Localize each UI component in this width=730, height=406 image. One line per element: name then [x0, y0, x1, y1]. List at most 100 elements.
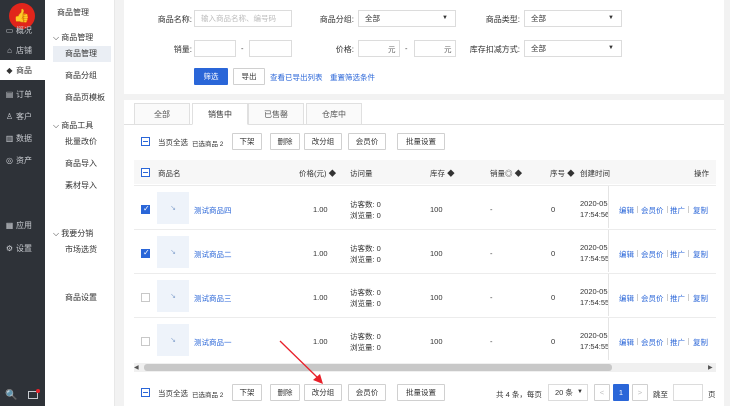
- page-1-button[interactable]: 1: [613, 384, 629, 401]
- bottom-bulk-action-3[interactable]: 会员价: [348, 384, 386, 401]
- row-checkbox[interactable]: [141, 293, 150, 302]
- fixed-column-shadow: [608, 318, 609, 360]
- row-op-2[interactable]: 推广: [670, 249, 685, 260]
- row-time: 17:54:55: [580, 254, 610, 263]
- submenu-item-settings[interactable]: 商品设置: [53, 290, 111, 306]
- bottom-bulk-select-all-label: 当页全选: [158, 389, 188, 398]
- row-op-2[interactable]: 推广: [670, 205, 685, 216]
- row-op-1[interactable]: 会员价: [641, 293, 664, 304]
- row-op-2[interactable]: 推广: [670, 337, 685, 348]
- stock-method-select[interactable]: 全部 ▼: [524, 40, 622, 57]
- sidebar-item-7[interactable]: ▦ 应用: [0, 215, 45, 235]
- export-button[interactable]: 导出: [233, 68, 265, 85]
- bottom-bulk-action-1[interactable]: 删除: [270, 384, 300, 401]
- row-time: 17:54:56: [580, 210, 610, 219]
- row-views: 浏览量: 0: [350, 211, 381, 220]
- row-op-3[interactable]: 复制: [693, 293, 708, 304]
- tab-3[interactable]: 仓库中: [306, 103, 362, 125]
- row-op-3[interactable]: 复制: [693, 249, 708, 260]
- group-select[interactable]: 全部 ▼: [358, 10, 456, 27]
- bottom-bulk-action-4[interactable]: 批量设置: [397, 384, 445, 401]
- submenu-item[interactable]: 商品页模板: [53, 90, 111, 106]
- top-bulk-action-0[interactable]: 下架: [232, 133, 262, 150]
- tab-2[interactable]: 已售罄: [248, 103, 304, 125]
- sidebar-icon-7: ▦: [5, 220, 14, 230]
- submenu-item[interactable]: 商品分组: [53, 68, 111, 84]
- submenu-item[interactable]: 素材导入: [53, 178, 111, 194]
- sidebar-icon-2: ◆: [6, 65, 13, 75]
- yuan-unit: 元: [444, 45, 452, 54]
- top-bulk-select-all-checkbox[interactable]: [141, 137, 150, 146]
- per-page-value: 20 条: [555, 388, 573, 397]
- row-op-0[interactable]: 编辑: [619, 337, 634, 348]
- product-name-link[interactable]: 测试商品二: [194, 249, 232, 260]
- next-page-button[interactable]: >: [632, 384, 648, 401]
- bottom-bulk-action-0[interactable]: 下架: [232, 384, 262, 401]
- scroll-left-icon[interactable]: ◀: [134, 364, 140, 371]
- sidebar-item-1[interactable]: ⌂ 店铺: [0, 40, 45, 60]
- row-op-0[interactable]: 编辑: [619, 293, 634, 304]
- sidebar-item-2[interactable]: ◆ 商品: [0, 60, 45, 80]
- row-checkbox[interactable]: [141, 248, 150, 258]
- sales-min-input[interactable]: [194, 40, 236, 57]
- h-scrollbar[interactable]: ◀ ▶: [134, 363, 716, 372]
- col-stock[interactable]: 库存 ◆: [430, 168, 455, 179]
- row-op-1[interactable]: 会员价: [641, 337, 664, 348]
- op-separator: [688, 250, 689, 257]
- tab-1[interactable]: 销售中: [192, 103, 248, 125]
- submenu-group-0[interactable]: ⌵ 商品管理: [48, 32, 116, 43]
- scroll-thumb[interactable]: [144, 364, 612, 371]
- scroll-right-icon[interactable]: ▶: [708, 364, 714, 371]
- tab-0[interactable]: 全部: [134, 103, 190, 125]
- sales-max-input[interactable]: [249, 40, 292, 57]
- product-name-input[interactable]: 输入商品名称、编号码: [194, 10, 292, 27]
- goto-page-input[interactable]: [673, 384, 703, 401]
- fixed-column-shadow: [608, 230, 609, 272]
- sidebar-label-3: 订单: [16, 89, 32, 99]
- search-icon[interactable]: 🔍: [5, 390, 17, 401]
- top-bulk-action-4[interactable]: 批量设置: [397, 133, 445, 150]
- row-op-3[interactable]: 复制: [693, 337, 708, 348]
- reset-filter-link[interactable]: 重置筛选条件: [330, 72, 375, 83]
- submenu-item[interactable]: 批量改价: [53, 134, 111, 150]
- submenu-group-1[interactable]: ⌵ 商品工具: [48, 120, 116, 131]
- bottom-bulk-select-all-checkbox[interactable]: [141, 388, 150, 397]
- row-op-1[interactable]: 会员价: [641, 205, 664, 216]
- top-bulk-action-2[interactable]: 改分组: [304, 133, 342, 150]
- sidebar-item-0[interactable]: ▭ 概况: [0, 20, 45, 40]
- col-price[interactable]: 价格(元) ◆: [299, 168, 336, 179]
- row-checkbox[interactable]: [141, 337, 150, 346]
- prev-page-button[interactable]: <: [594, 384, 610, 401]
- product-name-link[interactable]: 测试商品四: [194, 205, 232, 216]
- top-bulk-action-1[interactable]: 删除: [270, 133, 300, 150]
- col-sales[interactable]: 销量◎ ◆: [490, 168, 522, 179]
- submenu-item[interactable]: 商品管理: [53, 46, 111, 62]
- row-op-0[interactable]: 编辑: [619, 205, 634, 216]
- row-op-1[interactable]: 会员价: [641, 249, 664, 260]
- filter-button[interactable]: 筛选: [194, 68, 228, 85]
- submenu-item[interactable]: 市场选货: [53, 242, 111, 258]
- sidebar-item-4[interactable]: ♙ 客户: [0, 106, 45, 126]
- sidebar-item-3[interactable]: ▤ 订单: [0, 84, 45, 104]
- sidebar-item-8[interactable]: ⚙ 设置: [0, 238, 45, 258]
- bottom-bulk-action-2[interactable]: 改分组: [304, 384, 342, 401]
- op-separator: [688, 294, 689, 301]
- submenu-item[interactable]: 商品导入: [53, 156, 111, 172]
- per-page-select[interactable]: 20 条 ▼: [548, 384, 588, 401]
- row-op-2[interactable]: 推广: [670, 293, 685, 304]
- product-thumbnail: ↘: [157, 192, 189, 224]
- type-select[interactable]: 全部 ▼: [524, 10, 622, 27]
- product-name-link[interactable]: 测试商品一: [194, 337, 232, 348]
- sidebar-item-5[interactable]: ▥ 数据: [0, 128, 45, 148]
- row-checkbox[interactable]: [141, 204, 150, 214]
- submenu-group-2[interactable]: ⌵ 我要分销: [48, 228, 116, 239]
- row-op-3[interactable]: 复制: [693, 205, 708, 216]
- view-export-link[interactable]: 查看已导出列表: [270, 72, 323, 83]
- product-name-link[interactable]: 测试商品三: [194, 293, 232, 304]
- row-op-0[interactable]: 编辑: [619, 249, 634, 260]
- top-bulk-action-3[interactable]: 会员价: [348, 133, 386, 150]
- sidebar-item-6[interactable]: ◎ 资产: [0, 150, 45, 170]
- row-sales: -: [490, 205, 493, 214]
- col-seq[interactable]: 序号 ◆: [550, 168, 575, 179]
- header-checkbox[interactable]: [141, 168, 150, 177]
